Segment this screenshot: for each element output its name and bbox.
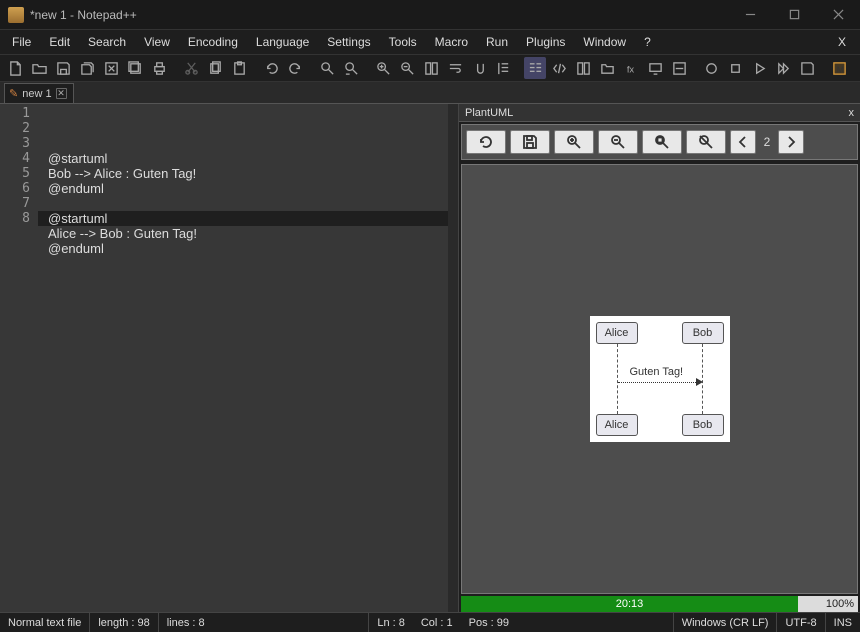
svg-text:fx: fx xyxy=(626,64,634,74)
hide-lines-icon[interactable] xyxy=(668,57,690,79)
actor-bob-bottom: Bob xyxy=(682,414,724,436)
plantuml-save-icon[interactable] xyxy=(510,130,550,154)
plantuml-panel-title: PlantUML xyxy=(465,107,513,119)
editor-scrollbar[interactable] xyxy=(448,104,458,612)
play-icon[interactable] xyxy=(748,57,770,79)
menubar: FileEditSearchViewEncodingLanguageSettin… xyxy=(0,30,860,54)
actor-alice-bottom: Alice xyxy=(596,414,638,436)
status-length: length : 98 xyxy=(90,613,158,632)
editor-pane[interactable]: 1 2 3 4 5 6 7 8 @startuml Bob --> Alice … xyxy=(0,104,448,612)
status-eol: Windows (CR LF) xyxy=(674,613,778,632)
status-col: Col : 1 xyxy=(413,613,461,632)
tab-new1[interactable]: ✎ new 1 ✕ xyxy=(4,83,74,103)
plantuml-next-icon[interactable] xyxy=(778,130,804,154)
doc-list-icon[interactable] xyxy=(572,57,594,79)
plantuml-time: 20:13 xyxy=(461,596,798,612)
doc-map-icon[interactable] xyxy=(524,57,546,79)
menu-plugins[interactable]: Plugins xyxy=(518,33,573,51)
plantuml-percent: 100% xyxy=(798,596,858,612)
minimize-button[interactable] xyxy=(728,0,772,30)
menu-edit[interactable]: Edit xyxy=(41,33,78,51)
message-label: Guten Tag! xyxy=(630,366,684,378)
m-button-icon[interactable]: M xyxy=(828,57,850,79)
tab-close-icon[interactable]: ✕ xyxy=(56,88,67,99)
undo-icon[interactable] xyxy=(260,57,282,79)
plantuml-statusbar: 20:13 100% xyxy=(461,596,858,612)
menu-encoding[interactable]: Encoding xyxy=(180,33,246,51)
copy-icon[interactable] xyxy=(204,57,226,79)
replace-icon[interactable] xyxy=(340,57,362,79)
stop-icon[interactable] xyxy=(724,57,746,79)
line-gutter: 1 2 3 4 5 6 7 8 xyxy=(0,104,38,612)
record-icon[interactable] xyxy=(700,57,722,79)
status-lines: lines : 8 xyxy=(159,613,213,632)
zoom-out-icon[interactable] xyxy=(396,57,418,79)
plantuml-diagram: Alice Bob Alice Bob Guten Tag! xyxy=(590,316,730,442)
monitor-icon[interactable] xyxy=(644,57,666,79)
status-filetype: Normal text file xyxy=(0,613,90,632)
status-mode: INS xyxy=(826,613,860,632)
status-pos: Pos : 99 xyxy=(461,613,517,632)
window-title: *new 1 - Notepad++ xyxy=(30,8,728,22)
menubar-close-x[interactable]: X xyxy=(838,35,856,49)
save-macro-icon[interactable] xyxy=(796,57,818,79)
statusbar: Normal text file length : 98 lines : 8 L… xyxy=(0,612,860,632)
plantuml-zoom-out-icon[interactable] xyxy=(598,130,638,154)
function-list-icon[interactable]: fx xyxy=(620,57,642,79)
indent-guide-icon[interactable] xyxy=(492,57,514,79)
show-all-chars-icon[interactable] xyxy=(468,57,490,79)
plantuml-prev-icon[interactable] xyxy=(730,130,756,154)
find-icon[interactable] xyxy=(316,57,338,79)
cut-icon[interactable] xyxy=(180,57,202,79)
sync-scroll-icon[interactable] xyxy=(420,57,442,79)
open-file-icon[interactable] xyxy=(28,57,50,79)
wrap-icon[interactable] xyxy=(444,57,466,79)
menu-search[interactable]: Search xyxy=(80,33,134,51)
titlebar: *new 1 - Notepad++ xyxy=(0,0,860,30)
plantuml-zoom-fit-icon[interactable] xyxy=(642,130,682,154)
print-icon[interactable] xyxy=(148,57,170,79)
folder-tree-icon[interactable] xyxy=(596,57,618,79)
plantuml-toolbar: 2 xyxy=(461,124,858,160)
zoom-in-icon[interactable] xyxy=(372,57,394,79)
plantuml-zoom-in-icon[interactable] xyxy=(554,130,594,154)
plantuml-page-index: 2 xyxy=(760,135,774,149)
menu-?[interactable]: ? xyxy=(636,33,659,51)
menu-run[interactable]: Run xyxy=(478,33,516,51)
app-icon xyxy=(8,7,24,23)
menu-language[interactable]: Language xyxy=(248,33,317,51)
paste-icon[interactable] xyxy=(228,57,250,79)
menu-macro[interactable]: Macro xyxy=(427,33,476,51)
menu-file[interactable]: File xyxy=(4,33,39,51)
actor-alice-top: Alice xyxy=(596,322,638,344)
close-button[interactable] xyxy=(816,0,860,30)
status-encoding: UTF-8 xyxy=(777,613,825,632)
plantuml-preview[interactable]: Alice Bob Alice Bob Guten Tag! xyxy=(461,164,858,594)
pencil-icon: ✎ xyxy=(9,87,18,100)
plantuml-panel-close[interactable]: x xyxy=(849,107,855,119)
menu-window[interactable]: Window xyxy=(575,33,634,51)
close-file-icon[interactable] xyxy=(100,57,122,79)
redo-icon[interactable] xyxy=(284,57,306,79)
save-icon[interactable] xyxy=(52,57,74,79)
actor-bob-top: Bob xyxy=(682,322,724,344)
menu-view[interactable]: View xyxy=(136,33,178,51)
svg-text:M: M xyxy=(836,64,843,74)
menu-settings[interactable]: Settings xyxy=(319,33,378,51)
status-ln: Ln : 8 xyxy=(369,613,413,632)
tab-label: new 1 xyxy=(22,88,51,100)
code-area[interactable]: @startuml Bob --> Alice : Guten Tag! @en… xyxy=(38,104,448,612)
save-all-icon[interactable] xyxy=(76,57,98,79)
close-all-icon[interactable] xyxy=(124,57,146,79)
code-icon[interactable] xyxy=(548,57,570,79)
plantuml-refresh-icon[interactable] xyxy=(466,130,506,154)
toolbar: fx M xyxy=(0,54,860,82)
new-file-icon[interactable] xyxy=(4,57,26,79)
plantuml-zoom-reset-icon[interactable] xyxy=(686,130,726,154)
fast-forward-icon[interactable] xyxy=(772,57,794,79)
menu-tools[interactable]: Tools xyxy=(381,33,425,51)
tab-strip: ✎ new 1 ✕ xyxy=(0,82,860,104)
maximize-button[interactable] xyxy=(772,0,816,30)
plantuml-panel: PlantUML x 2 Alice Bob Alice Bob Guten T… xyxy=(458,104,860,612)
